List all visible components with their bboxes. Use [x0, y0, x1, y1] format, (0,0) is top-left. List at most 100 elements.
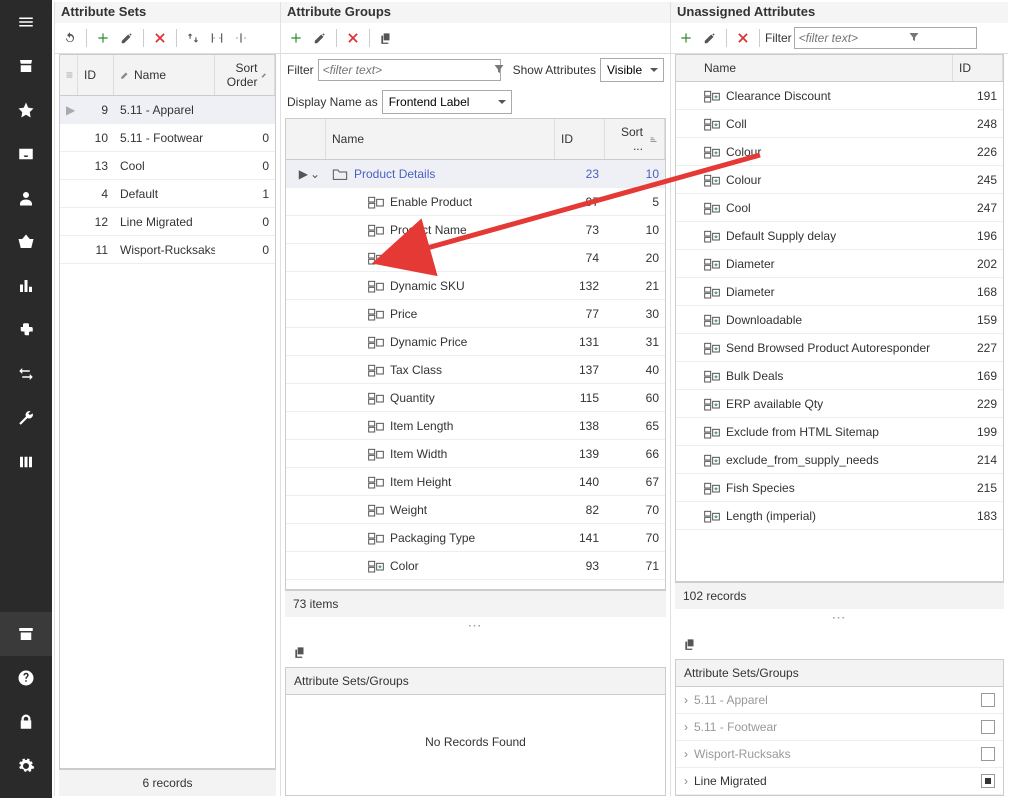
- unassigned-row[interactable]: Bulk Deals 169: [676, 362, 1003, 390]
- filter-input[interactable]: [794, 27, 977, 49]
- unassigned-row[interactable]: Colour 226: [676, 138, 1003, 166]
- transfer-icon[interactable]: [0, 352, 52, 396]
- delete-button[interactable]: [732, 27, 754, 49]
- unassigned-row[interactable]: Cool 247: [676, 194, 1003, 222]
- display-name-as-select[interactable]: Frontend Label: [382, 90, 512, 114]
- unassigned-row[interactable]: Downloadable 159: [676, 306, 1003, 334]
- col-id[interactable]: ID: [78, 55, 114, 95]
- unassigned-row[interactable]: ERP available Qty 229: [676, 390, 1003, 418]
- add-button[interactable]: [285, 27, 307, 49]
- star-icon[interactable]: [0, 88, 52, 132]
- subpanel-row[interactable]: › 5.11 - Footwear: [676, 714, 1003, 741]
- puzzle-icon[interactable]: [0, 308, 52, 352]
- set-row[interactable]: 12 Line Migrated 0: [60, 208, 275, 236]
- unassigned-row[interactable]: Coll 248: [676, 110, 1003, 138]
- attribute-row[interactable]: Weight 82 70: [286, 496, 665, 524]
- attribute-row[interactable]: Item Height 140 67: [286, 468, 665, 496]
- col-sort[interactable]: Sort ...: [605, 119, 665, 159]
- unassigned-row[interactable]: Length (imperial) 183: [676, 502, 1003, 530]
- unassigned-row[interactable]: Fish Species 215: [676, 474, 1003, 502]
- filter-label: Filter: [765, 31, 792, 45]
- unassigned-row[interactable]: Diameter 202: [676, 250, 1003, 278]
- unassigned-row[interactable]: Clearance Discount 191: [676, 82, 1003, 110]
- unassigned-row[interactable]: Colour 245: [676, 166, 1003, 194]
- attribute-row[interactable]: Price 77 30: [286, 300, 665, 328]
- subpanel-row[interactable]: › Wisport-Rucksaks: [676, 741, 1003, 768]
- swap-icon[interactable]: [182, 27, 204, 49]
- attribute-row[interactable]: Tax Class 137 40: [286, 356, 665, 384]
- checkbox[interactable]: [981, 774, 995, 788]
- attribute-row[interactable]: Item Width 139 66: [286, 440, 665, 468]
- col-id[interactable]: ID: [555, 119, 605, 159]
- attribute-row[interactable]: Item Length 138 65: [286, 412, 665, 440]
- attribute-row[interactable]: Quantity 115 60: [286, 384, 665, 412]
- edit-button[interactable]: [699, 27, 721, 49]
- col-sort[interactable]: Sort Order: [215, 55, 275, 95]
- set-row[interactable]: 11 Wisport-Rucksaks 0: [60, 236, 275, 264]
- attribute-row[interactable]: Color 93 71: [286, 552, 665, 580]
- filter-input[interactable]: [318, 59, 501, 81]
- col-id[interactable]: ID: [953, 55, 1003, 81]
- checkbox[interactable]: [981, 720, 995, 734]
- group-row[interactable]: ▶ ⌄ Product Details 23 10: [286, 160, 665, 188]
- inbox-icon[interactable]: [0, 132, 52, 176]
- basket-icon[interactable]: [0, 220, 52, 264]
- checkbox[interactable]: [981, 747, 995, 761]
- copy-button[interactable]: [375, 27, 397, 49]
- attribute-icon: [704, 201, 720, 215]
- split-columns-icon[interactable]: [230, 27, 252, 49]
- col-name[interactable]: Name: [326, 119, 555, 159]
- collapse-icon[interactable]: ⌄: [310, 167, 320, 181]
- attribute-icon: [368, 279, 384, 293]
- resize-handle-icon[interactable]: ⋯: [468, 617, 484, 634]
- filter-label: Filter: [287, 63, 314, 77]
- attribute-name: Diameter: [726, 285, 775, 299]
- attribute-sort: 30: [605, 303, 665, 325]
- menu-icon[interactable]: [0, 0, 52, 44]
- unassigned-row[interactable]: exclude_from_supply_needs 214: [676, 446, 1003, 474]
- set-row[interactable]: 4 Default 1: [60, 180, 275, 208]
- delete-button[interactable]: [149, 27, 171, 49]
- unassigned-row[interactable]: Send Browsed Product Autoresponder 227: [676, 334, 1003, 362]
- archive-icon[interactable]: [0, 612, 52, 656]
- add-button[interactable]: [675, 27, 697, 49]
- add-button[interactable]: [92, 27, 114, 49]
- copy-button[interactable]: [289, 641, 311, 663]
- refresh-icon[interactable]: [59, 27, 81, 49]
- copy-button[interactable]: [679, 633, 701, 655]
- gear-icon[interactable]: [0, 744, 52, 788]
- lock-icon[interactable]: [0, 700, 52, 744]
- fit-columns-icon[interactable]: [206, 27, 228, 49]
- attribute-row[interactable]: Dynamic SKU 132 21: [286, 272, 665, 300]
- unassigned-row[interactable]: Exclude from HTML Sitemap 199: [676, 418, 1003, 446]
- attribute-row[interactable]: Enable Product 97 5: [286, 188, 665, 216]
- col-name[interactable]: Name: [114, 55, 215, 95]
- checkbox[interactable]: [981, 693, 995, 707]
- delete-button[interactable]: [342, 27, 364, 49]
- attribute-row[interactable]: Dynamic Price 131 31: [286, 328, 665, 356]
- subpanel-row[interactable]: › Line Migrated: [676, 768, 1003, 795]
- edit-button[interactable]: [116, 27, 138, 49]
- col-name[interactable]: Name: [676, 55, 953, 81]
- unassigned-row[interactable]: Default Supply delay 196: [676, 222, 1003, 250]
- resize-handle-icon[interactable]: ⋯: [832, 609, 848, 626]
- user-icon[interactable]: [0, 176, 52, 220]
- unassigned-row[interactable]: Diameter 168: [676, 278, 1003, 306]
- set-row[interactable]: 13 Cool 0: [60, 152, 275, 180]
- store-icon[interactable]: [0, 44, 52, 88]
- panel-title: Attribute Groups: [281, 2, 670, 23]
- attribute-row[interactable]: Product Name 73 10: [286, 216, 665, 244]
- show-attributes-select[interactable]: Visible: [600, 58, 664, 82]
- set-row[interactable]: ▶ 9 5.11 - Apparel: [60, 96, 275, 124]
- set-row[interactable]: 10 5.11 - Footwear 0: [60, 124, 275, 152]
- wrench-icon[interactable]: [0, 396, 52, 440]
- help-icon[interactable]: [0, 656, 52, 700]
- columns-icon[interactable]: [0, 440, 52, 484]
- attribute-row[interactable]: Packaging Type 141 70: [286, 524, 665, 552]
- attribute-sort: 10: [605, 219, 665, 241]
- expand-icon[interactable]: ▶: [299, 167, 308, 181]
- subpanel-row[interactable]: › 5.11 - Apparel: [676, 687, 1003, 714]
- edit-button[interactable]: [309, 27, 331, 49]
- attribute-row[interactable]: SKU 74 20: [286, 244, 665, 272]
- chart-icon[interactable]: [0, 264, 52, 308]
